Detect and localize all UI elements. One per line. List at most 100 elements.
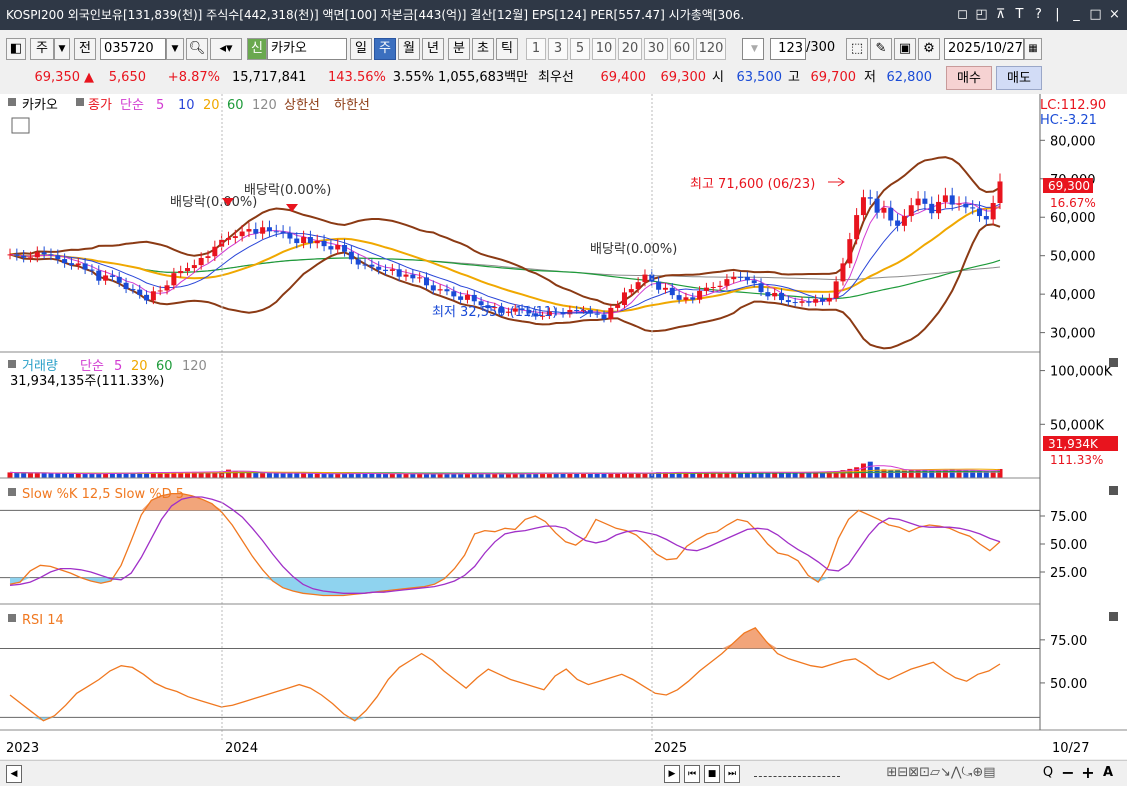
candle [109,275,115,277]
pin-icon[interactable]: ⊼ [992,0,1009,30]
pane-handle-icon[interactable] [8,98,16,106]
volume-bar [301,473,307,478]
date-input[interactable]: 2025/10/27 [944,38,1024,60]
bar-count-input[interactable]: 123 [770,38,806,60]
interval-30[interactable]: 30 [644,38,668,60]
tab-week[interactable]: 주 [374,38,396,60]
tab-second[interactable]: 초 [472,38,494,60]
pane-handle-icon[interactable] [8,360,16,368]
last-button[interactable]: ⏭ [724,765,740,783]
candle [669,287,675,296]
buy-button[interactable]: 매수 [946,66,992,90]
interval-1[interactable]: 1 [526,38,546,60]
layout-icon[interactable]: ◧ [6,38,26,60]
close-icon[interactable]: × [1106,0,1123,30]
tab-day[interactable]: 일 [350,38,372,60]
candle [355,259,361,265]
pane-handle-icon[interactable] [8,614,16,622]
help-icon[interactable]: ? [1030,0,1047,30]
period-mode-button[interactable]: 전 [74,38,96,60]
pane-close-icon[interactable] [1109,358,1118,367]
candle [75,263,81,266]
interval-5[interactable]: 5 [570,38,590,60]
candle [888,207,894,221]
interval-120[interactable]: 120 [696,38,726,60]
tab-minute[interactable]: 분 [448,38,470,60]
sell-button[interactable]: 매도 [996,66,1042,90]
open-label: 시 [712,70,724,85]
chart-scrollbar[interactable]: ◀ ▶ ⏮ ■ ⏭ ⊞⊟⊠⊡▱↘⋀⤿⊕▤ Q − + A [0,760,1127,786]
candle [137,289,143,295]
crosshair-icon[interactable]: ✎ [870,38,892,60]
tab-month[interactable]: 월 [398,38,420,60]
maximize-icon[interactable]: □ [1087,0,1104,30]
volume-bar [369,473,375,478]
volume-bar [294,473,300,478]
scroll-left-icon[interactable]: ◀ [6,765,22,783]
calendar-icon[interactable]: ▦ [1024,38,1042,60]
first-button[interactable]: ⏮ [684,765,700,783]
pane-handle-icon[interactable] [8,488,16,496]
interval-20[interactable]: 20 [618,38,642,60]
candle [574,310,580,311]
stop-button[interactable]: ■ [704,765,720,783]
zoom-slider[interactable] [754,765,840,777]
interval-3[interactable]: 3 [548,38,568,60]
tab-tick[interactable]: 틱 [496,38,518,60]
candle [471,294,477,302]
candle [212,246,218,257]
code-dropdown-icon[interactable]: ▼ [166,38,184,60]
high-price: 69,700 [810,70,857,85]
chart-area[interactable]: 80,00070,00060,00050,00040,00030,000 100… [0,94,1127,759]
speaker-icon[interactable]: ◂▾ [210,38,242,60]
candle [417,277,423,279]
volume-bar [14,472,20,478]
low-label: 저 [864,70,876,85]
candle [396,269,402,277]
market-select[interactable]: 주 [30,38,54,60]
zoom-out-icon[interactable]: − [1060,765,1076,783]
tile-icon[interactable]: ◰ [973,0,990,30]
pane-close-icon[interactable] [1109,486,1118,495]
drawing-tools-icon[interactable]: ⊞⊟⊠⊡▱↘⋀⤿⊕▤ [846,765,1036,783]
vol-ma60-legend: 60 [156,359,173,374]
grid-toggle-icon[interactable] [11,117,30,134]
candle [567,310,573,315]
candle [239,231,245,237]
volume-bar [444,473,450,478]
trade-amount: 1,055,683백만 [438,70,529,85]
stock-code-input[interactable]: 035720 [100,38,166,60]
candle [881,207,887,213]
compare-icon[interactable]: ⬚ [846,38,868,60]
auto-scale-icon[interactable]: A [1100,765,1116,783]
candle [676,295,682,300]
legend-handle-icon[interactable] [76,98,84,106]
gear-icon[interactable]: ⚙ [918,38,940,60]
zoom-reset-icon[interactable]: Q [1040,765,1056,783]
play-button[interactable]: ▶ [664,765,680,783]
volume-bar [89,473,95,478]
ma120-legend: 120 [252,98,277,113]
candle [280,231,286,233]
volume-bar [581,473,587,478]
zoom-in-icon[interactable]: + [1080,765,1096,783]
market-dropdown-icon[interactable]: ▼ [54,38,70,60]
tab-year[interactable]: 년 [422,38,444,60]
volume-bar [41,473,47,478]
stock-name-field[interactable]: 카카오 [267,38,347,60]
font-icon[interactable]: T [1011,0,1028,30]
candle [389,269,395,271]
restore-icon[interactable]: ◻ [954,0,971,30]
interval-10[interactable]: 10 [592,38,616,60]
candle [21,255,27,258]
interval-dropdown-icon[interactable]: ▼ [742,38,764,60]
candle [376,266,382,270]
interval-60[interactable]: 60 [670,38,694,60]
candle [731,276,737,280]
window-controls: ◻ ◰ ⊼ T ? | _ □ × [948,0,1123,30]
save-icon[interactable]: ▣ [894,38,916,60]
search-icon[interactable]: 🔍︎ [186,38,208,60]
candle [123,282,129,290]
pane-close-icon[interactable] [1109,612,1118,621]
minimize-icon[interactable]: _ [1068,0,1085,30]
